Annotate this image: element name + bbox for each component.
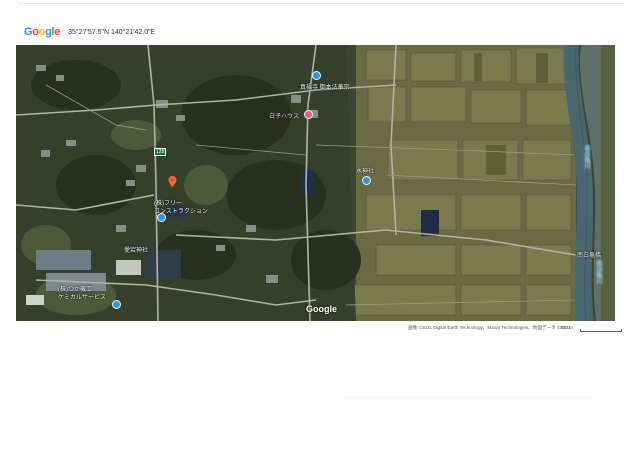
google-logo: Google	[24, 26, 61, 38]
shiroko-label[interactable]: 白子ハウス	[269, 111, 299, 120]
location-pin-icon[interactable]	[167, 176, 178, 187]
route-128-badge: 128	[154, 148, 167, 156]
shiroko-poi-icon[interactable]	[304, 110, 313, 119]
suijin-shrine-label[interactable]: 水神社	[356, 166, 374, 175]
page-top-border	[18, 3, 624, 4]
map-attribution: 画像 ©2021 Digital Earth Technology、Maxar …	[408, 325, 571, 330]
river-label-1: 南白亀川	[583, 145, 589, 169]
factory-poi-icon[interactable]	[112, 300, 121, 309]
bottom-faint-line	[345, 397, 593, 398]
coordinates-text: 35°27'57.5"N 140°21'42.0"E	[68, 28, 156, 36]
temple-label[interactable]: 真福寺 御本法華宗	[300, 82, 350, 91]
suijin-poi-icon[interactable]	[362, 176, 371, 185]
scale-label: 100 m	[560, 325, 573, 330]
map-header: Google 35°27'57.5"N 140°21'42.0"E	[24, 25, 155, 39]
google-watermark: Google	[306, 304, 337, 314]
satellite-map[interactable]: 真福寺 御本法華宗 白子ハウス 128 水神社 (株)フリー コンストラクション…	[16, 45, 615, 321]
factory-label-2[interactable]: ケミカルサービス	[58, 292, 106, 301]
temple-poi-icon[interactable]	[312, 71, 321, 80]
river-label-2: 南白亀川	[595, 260, 601, 284]
scale-bar	[580, 329, 622, 332]
shrine-label[interactable]: 愛宕神社	[124, 245, 148, 254]
bridge-label[interactable]: 南白亀橋	[577, 250, 601, 259]
company-poi-icon[interactable]	[157, 213, 166, 222]
